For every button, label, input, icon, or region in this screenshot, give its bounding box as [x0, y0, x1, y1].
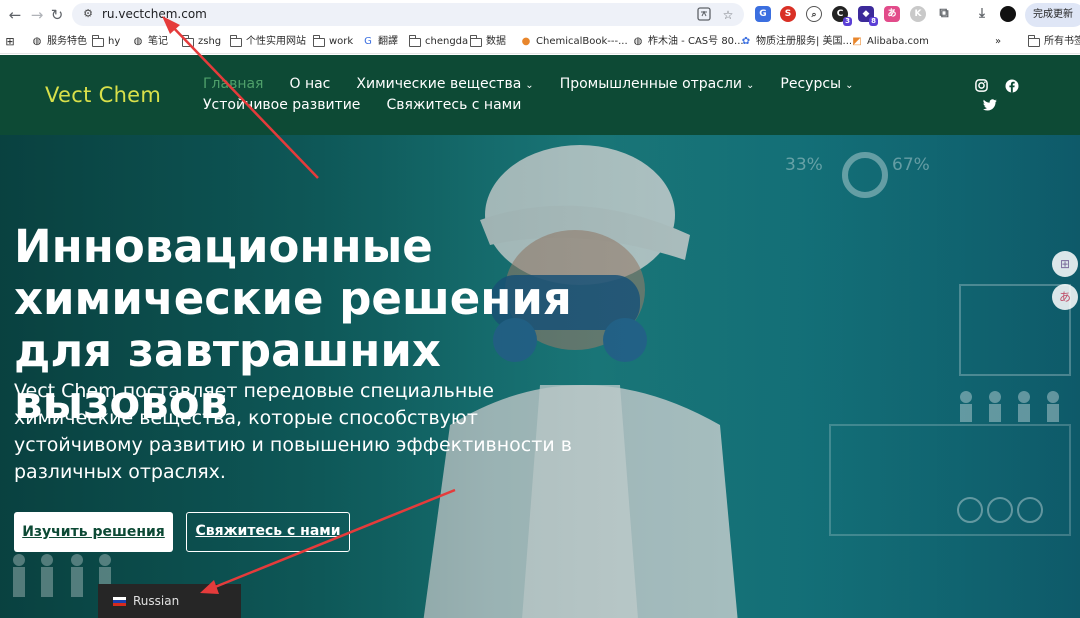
hero-subtitle: Vect Chem поставляет передовые специальн…	[14, 380, 572, 483]
hero-section: 33% 67% Инновационные химические решения…	[0, 135, 1080, 618]
instagram-icon[interactable]	[975, 79, 989, 93]
nav-item-chemicals[interactable]: Химические вещества ⌄	[356, 76, 533, 92]
address-bar[interactable]: ⚙ ru.vectchem.com ☆	[72, 3, 744, 26]
url-text[interactable]: ru.vectchem.com	[102, 7, 207, 21]
folder-icon	[229, 35, 242, 47]
extension-c-icon[interactable]: C3	[832, 6, 852, 26]
explore-solutions-button[interactable]: Изучить решения	[14, 512, 173, 552]
more-bookmarks-button[interactable]: »	[995, 34, 1001, 50]
download-icon[interactable]: ⤓	[974, 6, 990, 22]
extension-badge-3: 3	[843, 17, 852, 26]
hud-graphics	[829, 152, 1071, 536]
extension-search-icon[interactable]: ⌕	[806, 6, 822, 22]
extension-pink-icon[interactable]: あ	[884, 6, 900, 22]
globe-icon: ◍	[633, 36, 643, 47]
bookmark-item[interactable]: ◍ 笔记	[132, 34, 168, 50]
side-grid-tool-icon[interactable]: ⊞	[1052, 251, 1078, 277]
main-nav-row-2: Устойчивое развитие Свяжитесь с нами	[203, 97, 547, 113]
bookmark-item[interactable]: ◩ Alibaba.com	[851, 34, 929, 50]
bookmark-folder[interactable]: chengda	[408, 34, 468, 50]
extension-badge-8: 8	[869, 17, 878, 26]
bookmark-item[interactable]: G 翻譯	[362, 34, 398, 50]
nav-item-sustainability[interactable]: Устойчивое развитие	[203, 97, 360, 113]
facebook-icon[interactable]	[1005, 79, 1019, 93]
bookmark-item[interactable]: ✿ 物质注册服务| 美国...	[740, 34, 852, 50]
bookmark-folder[interactable]: zshg	[181, 34, 221, 50]
folder-icon	[312, 35, 325, 47]
translate-bookmark-icon: G	[364, 36, 372, 47]
hud-stat-2: 67%	[892, 155, 930, 175]
main-nav: Главная О нас Химические вещества ⌄ Промы…	[203, 76, 879, 92]
nav-item-industries[interactable]: Промышленные отрасли ⌄	[560, 76, 755, 92]
side-translate-tool-icon[interactable]: あ	[1052, 284, 1078, 310]
bookmark-folder[interactable]: hy	[91, 34, 120, 50]
nav-item-contact[interactable]: Свяжитесь с нами	[386, 97, 521, 113]
bookmark-folder[interactable]: 个性实用网站	[229, 34, 306, 50]
extension-puzzle-icon[interactable]: ◆ 8	[858, 6, 878, 26]
site-logo[interactable]: Vect Chem	[45, 83, 161, 107]
bookmarks-bar: ⊞ ◍ 服务特色 hy ◍ 笔记 zshg 个性实用网站 work G 翻譯 chen…	[0, 29, 1080, 54]
forward-arrow-icon[interactable]: →	[27, 5, 47, 25]
back-arrow-icon[interactable]: ←	[5, 5, 25, 25]
globe-icon: ◍	[32, 36, 42, 47]
folder-icon	[408, 35, 421, 47]
update-button[interactable]: 完成更新	[1025, 3, 1080, 27]
alibaba-icon: ◩	[852, 36, 862, 47]
profile-avatar[interactable]	[1000, 6, 1016, 22]
reload-icon[interactable]: ↻	[47, 5, 67, 25]
extension-red-icon[interactable]: S	[780, 6, 796, 22]
folder-icon	[469, 35, 482, 47]
folder-icon	[1027, 35, 1040, 47]
nav-item-home[interactable]: Главная	[203, 76, 263, 92]
chevron-down-icon: ⌄	[845, 80, 854, 91]
bookmark-folder[interactable]: work	[312, 34, 353, 50]
all-bookmarks-folder[interactable]: 所有书签	[1027, 34, 1080, 50]
bookmark-folder[interactable]: 数据	[469, 34, 506, 50]
extension-translate-icon[interactable]: G	[755, 6, 771, 22]
folder-icon	[91, 35, 104, 47]
bookmark-star-icon[interactable]: ☆	[720, 7, 736, 23]
language-label: Russian	[133, 594, 180, 608]
russian-flag-icon	[113, 596, 126, 606]
nav-item-about[interactable]: О нас	[289, 76, 330, 92]
chevron-down-icon: ⌄	[525, 80, 534, 91]
twitter-icon[interactable]	[983, 98, 997, 112]
bookmark-item[interactable]: ◍ 柞木油 - CAS号 80...	[632, 34, 744, 50]
extension-k-icon[interactable]: K	[910, 6, 926, 22]
site-header: Vect Chem Главная О нас Химические вещес…	[0, 55, 1080, 135]
globe-icon: ◍	[133, 36, 143, 47]
apps-grid-icon[interactable]: ⊞	[4, 34, 16, 50]
bookmark-item[interactable]: ● ChemicalBook---...	[520, 34, 628, 50]
extensions-puzzle-icon[interactable]: ⧉	[936, 6, 952, 22]
hud-stat-1: 33%	[785, 155, 823, 175]
folder-icon	[181, 35, 194, 47]
cas-icon: ✿	[741, 36, 751, 47]
contact-us-button[interactable]: Свяжитесь с нами	[186, 512, 350, 552]
browser-toolbar: ← → ↻ ⚙ ru.vectchem.com ☆ G S ⌕ C3 ◆ 8 あ …	[0, 0, 1080, 29]
nav-item-resources[interactable]: Ресурсы ⌄	[780, 76, 853, 92]
site-settings-icon[interactable]: ⚙	[80, 6, 96, 22]
translate-icon[interactable]	[696, 7, 712, 23]
chevron-down-icon: ⌄	[746, 80, 755, 91]
bookmark-item[interactable]: ◍ 服务特色	[31, 34, 87, 50]
language-switcher[interactable]: Russian	[98, 584, 241, 618]
chemicalbook-icon: ●	[521, 36, 531, 47]
